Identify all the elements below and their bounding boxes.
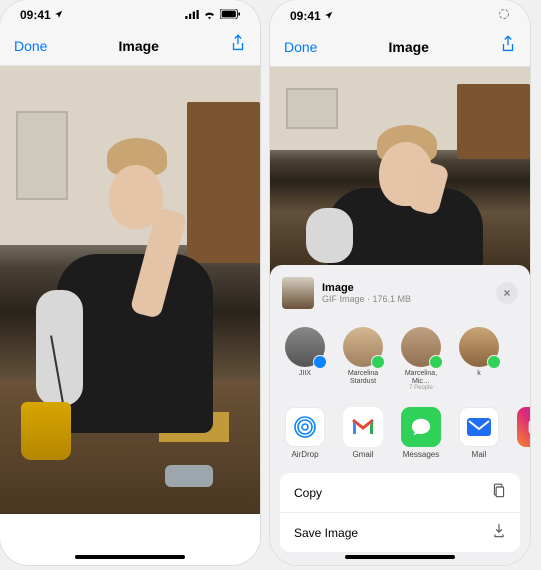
messages-badge — [487, 355, 501, 369]
action-copy[interactable]: Copy — [280, 473, 520, 513]
app-label: Gmail — [353, 450, 374, 459]
action-label: Save Image — [294, 526, 358, 540]
action-save-image[interactable]: Save Image — [280, 513, 520, 552]
app-label: Mail — [472, 450, 487, 459]
done-button[interactable]: Done — [284, 39, 317, 55]
nav-bar: Done Image — [0, 26, 260, 66]
close-button[interactable] — [496, 282, 518, 304]
copy-icon — [492, 483, 506, 502]
battery-icon — [220, 8, 240, 22]
sheet-subtitle: GIF Image · 176.1 MB — [322, 294, 488, 304]
contact-item[interactable]: Marcelina, Mic… 7 People — [398, 327, 444, 391]
app-gmail[interactable]: Gmail — [340, 407, 386, 459]
app-airdrop[interactable]: AirDrop — [282, 407, 328, 459]
app-label: AirDrop — [291, 450, 318, 459]
app-label: Messages — [403, 450, 439, 459]
contact-item[interactable]: JIIX — [282, 327, 328, 391]
messages-icon — [401, 407, 441, 447]
actions-list: Copy Save Image — [280, 473, 520, 552]
nav-title: Image — [119, 38, 159, 54]
avatar — [343, 327, 383, 367]
apps-row: AirDrop Gmail Messages — [270, 399, 530, 467]
wifi-icon — [203, 8, 216, 22]
sheet-header: Image GIF Image · 176.1 MB — [270, 275, 530, 319]
action-label: Copy — [294, 486, 322, 500]
nav-title: Image — [389, 39, 429, 55]
save-icon — [492, 523, 506, 542]
signal-icon — [185, 8, 199, 22]
airdrop-badge — [313, 355, 327, 369]
gmail-icon — [343, 407, 383, 447]
contact-item[interactable]: k — [456, 327, 502, 391]
home-indicator[interactable] — [75, 555, 185, 559]
share-sheet: Image GIF Image · 176.1 MB JIIX Marcelin… — [270, 265, 530, 565]
image-viewport[interactable] — [270, 67, 530, 275]
location-icon — [54, 8, 63, 22]
image-viewport[interactable] — [0, 66, 260, 514]
app-messages[interactable]: Messages — [398, 407, 444, 459]
status-time: 09:41 — [290, 9, 321, 23]
location-icon — [324, 9, 333, 23]
mail-icon — [459, 407, 499, 447]
airdrop-icon — [285, 407, 325, 447]
avatar — [459, 327, 499, 367]
sheet-thumbnail — [282, 277, 314, 309]
app-mail[interactable]: Mail — [456, 407, 502, 459]
share-button[interactable] — [500, 35, 516, 58]
phone-right: 09:41 Done Image — [270, 0, 530, 565]
home-indicator[interactable] — [345, 555, 455, 559]
sheet-title: Image — [322, 282, 488, 294]
status-bar: 09:41 — [270, 0, 530, 27]
contact-name: Marcelina Stardust — [340, 370, 386, 385]
contact-sub: 7 People — [409, 385, 433, 391]
messages-badge — [371, 355, 385, 369]
contact-name: JIIX — [299, 370, 311, 378]
loading-icon — [498, 8, 510, 23]
instagram-icon — [517, 407, 530, 447]
avatar — [401, 327, 441, 367]
phone-left: 09:41 Done Image — [0, 0, 260, 565]
contacts-row: JIIX Marcelina Stardust Marcelina, Mic… … — [270, 319, 530, 399]
messages-badge — [429, 355, 443, 369]
contact-item[interactable]: Marcelina Stardust — [340, 327, 386, 391]
contact-name: k — [477, 370, 481, 378]
share-button[interactable] — [230, 34, 246, 57]
avatar — [285, 327, 325, 367]
status-bar: 09:41 — [0, 0, 260, 26]
done-button[interactable]: Done — [14, 38, 47, 54]
photo — [0, 66, 260, 514]
contact-name: Marcelina, Mic… — [398, 370, 444, 385]
status-time: 09:41 — [20, 8, 51, 22]
app-instagram[interactable]: In — [514, 407, 530, 459]
nav-bar: Done Image — [270, 27, 530, 67]
photo — [270, 67, 530, 275]
